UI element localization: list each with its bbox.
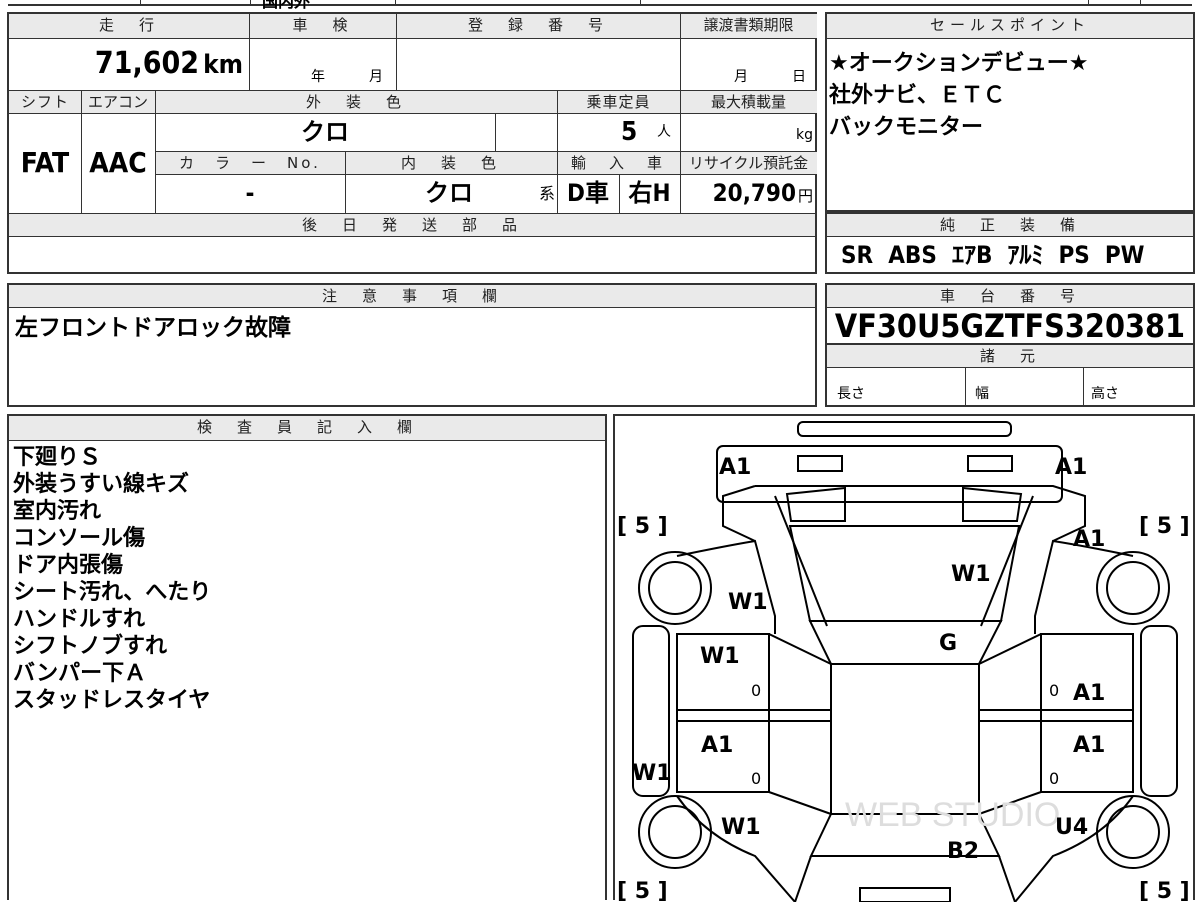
mark-tire-rl: [ 5 ] <box>617 879 668 902</box>
import-dealer: D車 <box>567 179 609 207</box>
max-load-value: kg <box>680 113 817 151</box>
mark-roof: G <box>939 631 957 656</box>
capacity-value: 5 人 <box>557 113 680 151</box>
mark-rear-door-left: A1 <box>701 733 733 758</box>
shift-value: FAT <box>20 146 70 179</box>
specs-panel: 諸 元 長さ 幅 高さ <box>825 343 1195 407</box>
specs-header: 諸 元 <box>827 345 1193 367</box>
inspector-line: シフトノブすれ <box>13 634 168 659</box>
mileage-value: 71,602 km <box>94 46 243 81</box>
sales-point-line: ★オークションデビュー★ <box>829 51 1089 76</box>
recycle-unit: 円 <box>797 187 813 205</box>
genuine-equipment-value: SR ABS ｴｱB ｱﾙﾐ PS PW <box>841 241 1145 269</box>
mark-front-left: A1 <box>719 455 751 480</box>
mark-tire-fr: [ 5 ] <box>1139 514 1190 539</box>
inspector-line: シート汚れ、へたり <box>13 580 212 605</box>
interior-color-header: 内 装 色 <box>345 152 557 174</box>
recycle-header: リサイクル預託金 <box>680 152 817 174</box>
later-parts-header: 後 日 発 送 部 品 <box>9 214 815 236</box>
vehicle-info-panel: 走 行 車 検 登 録 番 号 譲渡書類期限 71,602 km 年 月 月 日 … <box>7 12 817 274</box>
sales-point-line: 社外ナビ、ＥＴＣ <box>829 83 1006 108</box>
inspection-month-label: 月 <box>369 69 383 85</box>
registration-header: 登 録 番 号 <box>396 14 680 38</box>
mark-sill-left: W1 <box>632 761 672 786</box>
interior-color-value: クロ 系 <box>345 174 557 213</box>
capacity-header: 乗車定員 <box>557 91 680 113</box>
sales-points-header: セールスポイント <box>827 14 1193 38</box>
mark-front-door-left: W1 <box>700 644 740 669</box>
inspector-line: バンパー下Ａ <box>13 661 147 686</box>
exterior-color-header: 外 装 色 <box>155 91 557 113</box>
spec-length: 長さ <box>837 386 865 402</box>
aircon-value: AAC <box>89 146 147 179</box>
inspection-value: 年 月 <box>249 38 396 90</box>
capacity-unit: 人 <box>657 124 671 140</box>
aircon-header: エアコン <box>81 91 155 113</box>
inspector-header: 検 査 員 記 入 欄 <box>9 416 605 440</box>
mark-front-fender-right: A1 <box>1073 527 1105 552</box>
inspector-line: ドア内張傷 <box>13 553 124 578</box>
exterior-color-value: クロ <box>301 118 349 146</box>
transfer-deadline-value: 月 日 <box>680 38 817 90</box>
inspector-line: 室内汚れ <box>13 499 102 524</box>
mark-front-fender-left: W1 <box>728 590 768 615</box>
color-no-value: - <box>245 179 255 207</box>
max-load-unit: kg <box>796 127 813 143</box>
mark-rear-door-right: A1 <box>1073 733 1105 758</box>
mark-trunk: B2 <box>947 839 979 864</box>
chassis-number: VF30U5GZTFS320381 <box>834 307 1186 345</box>
import-header: 輸 入 車 <box>557 152 680 174</box>
color-no-header: カ ラ ー No. <box>155 152 345 174</box>
mark-front-right: A1 <box>1055 455 1087 480</box>
sales-points-lines: ★オークションデビュー★ 社外ナビ、ＥＴＣ バックモニター <box>829 48 1189 144</box>
mark-tire-fl: [ 5 ] <box>617 514 668 539</box>
sales-points-panel: セールスポイント ★オークションデビュー★ 社外ナビ、ＥＴＣ バックモニター <box>825 12 1195 212</box>
max-load-header: 最大積載量 <box>680 91 817 113</box>
chassis-header: 車 台 番 号 <box>827 285 1193 307</box>
interior-color-suffix: 系 <box>538 184 555 203</box>
sales-point-line: バックモニター <box>829 115 984 140</box>
mileage-unit: km <box>203 50 243 80</box>
recycle-value: 20,790 円 <box>712 179 813 207</box>
mark-rear-fender-right: U4 <box>1055 815 1088 840</box>
later-parts-value <box>9 236 815 272</box>
mark-hood: W1 <box>951 562 991 587</box>
spec-width: 幅 <box>975 386 989 402</box>
genuine-equipment-panel: 純 正 装 備 SR ABS ｴｱB ｱﾙﾐ PS PW <box>825 212 1195 274</box>
zero-mark: 0 <box>751 769 761 788</box>
top-strip: 国内外 <box>0 0 1200 11</box>
shift-header: シフト <box>9 91 81 113</box>
car-diagram: WEB STUDIO A1 A1 W1 G W1 W1 A1 W1 W1 A1 … <box>617 421 1190 902</box>
mark-front-door-right: A1 <box>1073 681 1105 706</box>
inspection-header: 車 検 <box>249 14 396 38</box>
caution-panel: 注 意 事 項 欄 左フロントドアロック故障 <box>7 283 817 407</box>
caution-header: 注 意 事 項 欄 <box>9 285 815 307</box>
inspector-line: コンソール傷 <box>13 526 146 551</box>
genuine-equipment-header: 純 正 装 備 <box>827 214 1193 236</box>
spec-height: 高さ <box>1091 386 1119 402</box>
top-partial-text: 国内外 <box>262 0 311 11</box>
chassis-panel: 車 台 番 号 VF30U5GZTFS320381 <box>825 283 1195 345</box>
mark-rear-fender-left: W1 <box>721 815 761 840</box>
deadline-day-label: 日 <box>792 69 806 85</box>
inspector-line: 下廻りＳ <box>13 445 102 470</box>
caution-text: 左フロントドアロック故障 <box>15 315 291 341</box>
import-steering: 右H <box>628 179 671 207</box>
inspector-line: 外装うすい線キズ <box>13 472 190 497</box>
transfer-deadline-header: 譲渡書類期限 <box>680 14 817 38</box>
inspector-line: ハンドルすれ <box>13 607 146 632</box>
mark-tire-rr: [ 5 ] <box>1139 879 1190 902</box>
diagram-watermark: WEB STUDIO <box>845 796 1060 834</box>
deadline-month-label: 月 <box>734 69 748 85</box>
car-diagram-panel: WEB STUDIO A1 A1 W1 G W1 W1 A1 W1 W1 A1 … <box>613 414 1195 902</box>
zero-mark: 0 <box>1049 769 1059 788</box>
inspector-line: スタッドレスタイヤ <box>13 688 211 713</box>
mileage-header: 走 行 <box>9 14 249 38</box>
inspector-lines: 下廻りＳ 外装うすい線キズ 室内汚れ コンソール傷 ドア内張傷 シート汚れ、へた… <box>13 444 593 714</box>
inspection-year-label: 年 <box>311 69 325 85</box>
inspector-panel: 検 査 員 記 入 欄 下廻りＳ 外装うすい線キズ 室内汚れ コンソール傷 ドア… <box>7 414 607 900</box>
registration-value <box>396 38 680 90</box>
zero-mark: 0 <box>1049 681 1059 700</box>
zero-mark: 0 <box>751 681 761 700</box>
